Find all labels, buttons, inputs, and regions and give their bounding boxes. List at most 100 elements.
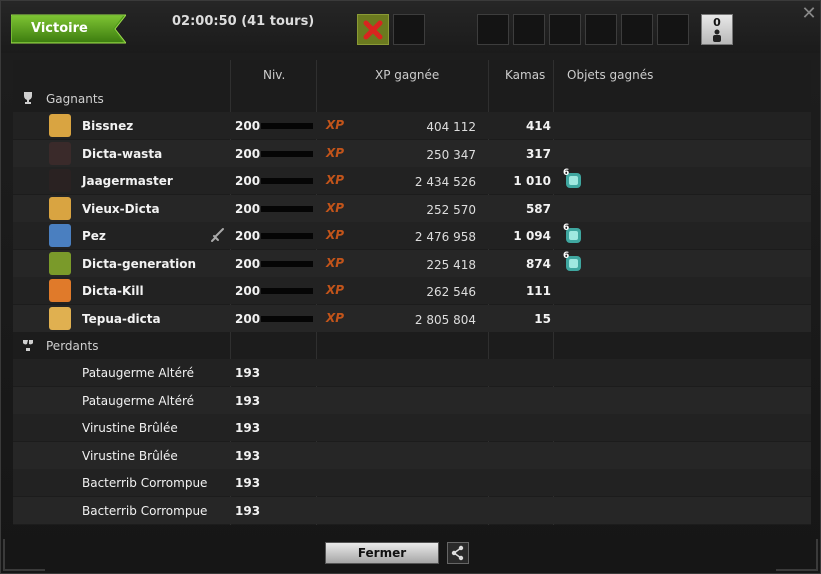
empty-slot[interactable] <box>393 14 425 45</box>
empty-slot[interactable] <box>513 14 545 45</box>
xp-gained: 2 805 804 <box>414 312 476 327</box>
close-button[interactable]: Fermer <box>325 542 439 564</box>
xp-gained: 2 434 526 <box>414 175 476 189</box>
player-level: 200 <box>235 201 261 216</box>
level-progress-bar <box>261 123 313 129</box>
kamas-gained: 874 <box>525 256 551 271</box>
trophy-icon <box>24 92 32 104</box>
xp-gained: 404 112 <box>426 120 476 134</box>
avatar <box>49 279 71 302</box>
sword-icon <box>211 228 224 242</box>
spectator-button[interactable]: 0 <box>701 14 733 45</box>
monster-level: 193 <box>235 448 261 463</box>
share-icon <box>451 545 464 561</box>
item-quantity: 6 <box>563 223 570 233</box>
empty-slot[interactable] <box>477 14 509 45</box>
monster-name: Virustine Brûlée <box>82 421 178 435</box>
kamas-gained: 15 <box>534 311 551 326</box>
loser-row[interactable]: Pataugerme Altéré 193 <box>13 359 811 386</box>
close-icon[interactable]: ✕ <box>798 3 820 25</box>
empty-slot[interactable] <box>657 14 689 45</box>
xp-icon: XP <box>326 255 345 270</box>
loser-row[interactable]: Bacterrib Corrompue 193 <box>13 496 811 524</box>
winner-row[interactable]: Pez 200 XP 2 476 958 1 094 6 <box>13 222 811 249</box>
monster-level: 193 <box>235 503 261 518</box>
avatar <box>49 224 71 247</box>
red-cross-icon[interactable] <box>357 14 389 45</box>
xp-gained: 2 476 958 <box>414 230 476 244</box>
item-slot[interactable]: 6 <box>563 223 583 245</box>
item-quantity: 6 <box>563 250 570 261</box>
share-button[interactable] <box>447 542 469 564</box>
xp-icon: XP <box>326 310 345 325</box>
xp-icon: XP <box>326 173 345 187</box>
losers-label: Perdants <box>46 339 99 353</box>
avatar <box>49 196 71 220</box>
item-slot[interactable]: 6 <box>563 250 583 273</box>
winner-row[interactable]: Vieux-Dicta 200 XP 252 570 587 <box>13 194 811 222</box>
monster-name: Virustine Brûlée <box>82 448 178 463</box>
column-items: Objets gagnés <box>567 68 654 82</box>
loser-row[interactable]: Virustine Brûlée 193 <box>13 414 811 441</box>
column-kamas: Kamas <box>505 68 546 82</box>
kamas-gained: 1 010 <box>513 174 551 188</box>
empty-slot[interactable] <box>549 14 581 45</box>
loser-row[interactable]: Bacterrib Corrompue 193 <box>13 469 811 496</box>
player-name: Pez <box>82 229 106 243</box>
spectator-icon <box>713 29 721 42</box>
player-level: 200 <box>235 229 261 243</box>
monster-level: 193 <box>235 421 261 435</box>
player-level: 200 <box>235 119 261 133</box>
player-name: Dicta-Kill <box>82 284 144 298</box>
spectator-count: 0 <box>713 16 721 29</box>
winner-row[interactable]: Tepua-dicta 200 XP 2 805 804 15 <box>13 304 811 332</box>
empty-slot[interactable] <box>585 14 617 45</box>
player-name: Dicta-wasta <box>82 146 163 161</box>
kamas-gained: 111 <box>525 284 551 298</box>
level-progress-bar <box>261 288 313 294</box>
loser-row[interactable]: Pataugerme Altéré 193 <box>13 386 811 414</box>
avatar <box>49 141 71 165</box>
xp-gained: 262 546 <box>426 285 476 299</box>
xp-gained: 225 418 <box>426 257 476 272</box>
winner-row[interactable]: Dicta-generation 200 XP 225 418 874 6 <box>13 249 811 277</box>
winner-row[interactable]: Bissnez 200 XP 404 112 414 <box>13 112 811 139</box>
loser-row[interactable]: Virustine Brûlée 193 <box>13 441 811 469</box>
broken-trophy-icon <box>23 340 33 351</box>
player-name: Vieux-Dicta <box>82 201 160 216</box>
monster-name: Bacterrib Corrompue <box>82 503 208 518</box>
level-progress-bar <box>261 315 313 322</box>
winner-row[interactable]: Jaagermaster 200 XP 2 434 526 1 010 6 <box>13 167 811 194</box>
monster-name: Pataugerme Altéré <box>82 393 195 408</box>
level-progress-bar <box>261 260 313 267</box>
player-name: Bissnez <box>82 119 134 133</box>
kamas-gained: 587 <box>525 201 551 216</box>
monster-level: 193 <box>235 366 261 380</box>
avatar <box>49 114 71 137</box>
player-level: 200 <box>235 284 261 298</box>
monster-level: 193 <box>235 476 261 490</box>
xp-gained: 252 570 <box>426 202 476 217</box>
winners-label: Gagnants <box>46 92 104 106</box>
fight-duration: 02:00:50 (41 tours) <box>172 14 315 29</box>
player-level: 200 <box>235 174 261 188</box>
fight-results-window: Victoire 02:00:50 (41 tours) 0 ✕ Niv. XP… <box>0 0 821 574</box>
xp-icon: XP <box>326 118 345 132</box>
player-name: Jaagermaster <box>82 174 173 188</box>
player-name: Dicta-generation <box>82 256 197 271</box>
xp-icon: XP <box>326 145 345 160</box>
results-table: Niv. XP gagnée Kamas Objets gagnés Gagna… <box>13 60 811 525</box>
item-slot[interactable]: 6 <box>563 168 583 190</box>
monster-name: Bacterrib Corrompue <box>82 476 208 490</box>
empty-slot[interactable] <box>621 14 653 45</box>
player-name: Tepua-dicta <box>82 311 161 326</box>
winner-row[interactable]: Dicta-wasta 200 XP 250 347 317 <box>13 139 811 167</box>
column-xp: XP gagnée <box>375 68 440 82</box>
player-level: 200 <box>235 256 261 271</box>
avatar <box>49 251 71 275</box>
avatar <box>49 306 71 330</box>
winner-row[interactable]: Dicta-Kill 200 XP 262 546 111 <box>13 277 811 304</box>
level-progress-bar <box>261 233 313 239</box>
victory-banner: Victoire <box>11 14 126 44</box>
kamas-gained: 414 <box>525 119 551 133</box>
